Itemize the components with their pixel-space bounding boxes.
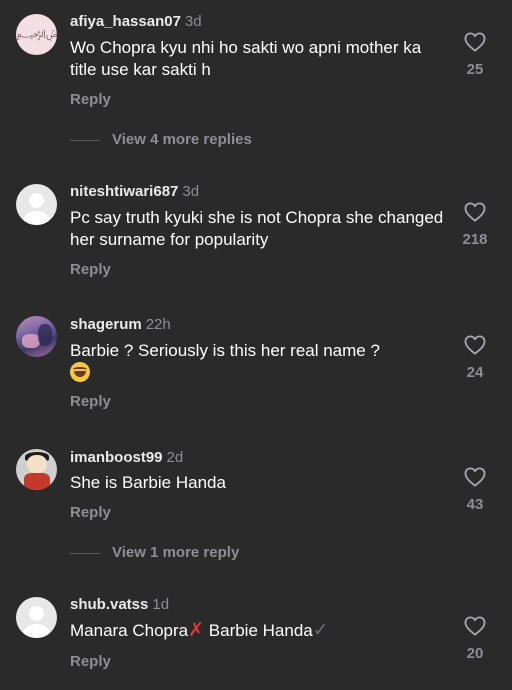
default-avatar-body	[23, 624, 50, 638]
avatar[interactable]: ﷽	[16, 14, 57, 55]
avatar[interactable]	[16, 316, 57, 357]
like-button[interactable]: 43	[455, 467, 495, 513]
heart-outline-icon[interactable]	[464, 32, 486, 52]
comment-text: Pc say truth kyuki she is not Chopra she…	[70, 208, 444, 249]
username[interactable]: shagerum	[70, 316, 142, 333]
like-count: 43	[466, 496, 484, 513]
username[interactable]: shub.vatss	[70, 596, 148, 613]
avatar[interactable]	[16, 449, 57, 490]
username[interactable]: imanboost99	[70, 449, 163, 466]
timestamp: 2d	[166, 449, 184, 466]
avatar-cartoon-detail	[27, 455, 47, 473]
view-more-replies-button[interactable]: View 4 more replies	[70, 131, 252, 148]
like-count: 218	[462, 231, 488, 248]
reply-button[interactable]: Reply	[70, 393, 111, 410]
like-button[interactable]: 25	[455, 32, 495, 78]
reply-button[interactable]: Reply	[70, 653, 111, 670]
comment-text-part: Manara Chopra	[70, 621, 189, 640]
comment-text: She is Barbie Handa	[70, 473, 226, 492]
reply-button[interactable]: Reply	[70, 261, 111, 278]
comment-author[interactable]: niteshtiwari687 3d	[70, 183, 199, 200]
like-button[interactable]: 218	[455, 202, 495, 248]
red-cross-icon: ✗	[188, 620, 205, 641]
timestamp: 22h	[145, 316, 171, 333]
like-button[interactable]: 24	[455, 335, 495, 381]
heart-outline-icon[interactable]	[464, 335, 486, 355]
comment-text-content: Barbie ? Seriously is this her real name…	[70, 341, 380, 360]
comment-author[interactable]: imanboost99 2d	[70, 449, 183, 466]
divider	[70, 139, 100, 141]
timestamp: 1d	[152, 596, 170, 613]
comment-text-part: Barbie Handa	[204, 621, 313, 640]
username[interactable]: niteshtiwari687	[70, 183, 178, 200]
view-more-replies-label[interactable]: View 4 more replies	[112, 131, 252, 148]
like-count: 25	[466, 61, 484, 78]
comment-text: Barbie ? Seriously is this her real name…	[70, 340, 450, 385]
heart-outline-icon[interactable]	[464, 467, 486, 487]
comment-author[interactable]: afiya_hassan07 3d	[70, 13, 202, 30]
default-avatar-head	[29, 606, 44, 621]
default-avatar-body	[23, 211, 50, 225]
comment-author[interactable]: shub.vatss 1d	[70, 596, 169, 613]
heart-outline-icon[interactable]	[464, 616, 486, 636]
laughing-emoji-icon	[70, 362, 90, 382]
like-button[interactable]: 20	[455, 616, 495, 662]
avatar-cartoon-detail	[24, 473, 50, 490]
like-count: 20	[466, 645, 484, 662]
view-more-replies-label[interactable]: View 1 more reply	[112, 544, 239, 561]
default-avatar-head	[29, 193, 44, 208]
timestamp: 3d	[184, 13, 202, 30]
divider	[70, 552, 100, 554]
like-count: 24	[466, 364, 484, 381]
avatar-photo-detail	[38, 324, 52, 346]
comment-author[interactable]: shagerum 22h	[70, 316, 171, 333]
check-mark-icon: ✓	[312, 620, 329, 641]
avatar[interactable]	[16, 597, 57, 638]
username[interactable]: afiya_hassan07	[70, 13, 181, 30]
heart-outline-icon[interactable]	[464, 202, 486, 222]
reply-button[interactable]: Reply	[70, 91, 111, 108]
comment-text: Wo Chopra kyu nhi ho sakti wo apni mothe…	[70, 38, 422, 79]
comment-text: Manara Chopra✗ Barbie Handa✓	[70, 620, 450, 642]
avatar[interactable]	[16, 184, 57, 225]
reply-button[interactable]: Reply	[70, 504, 111, 521]
timestamp: 3d	[182, 183, 200, 200]
avatar-monogram-icon: ﷽	[16, 26, 57, 45]
view-more-replies-button[interactable]: View 1 more reply	[70, 544, 239, 561]
